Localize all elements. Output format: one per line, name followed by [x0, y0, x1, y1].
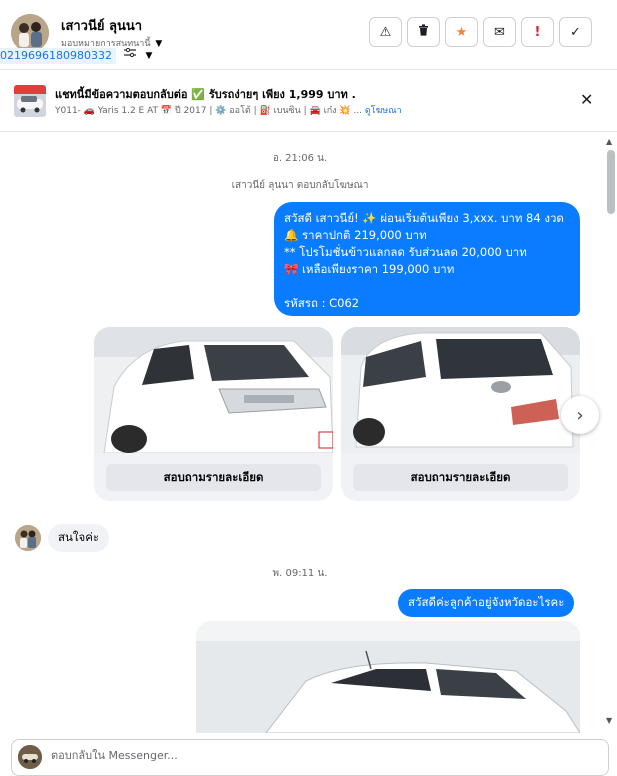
carousel-card[interactable]: สอบถามรายละเอียด: [341, 327, 580, 501]
mark-unread-button[interactable]: ✉: [483, 17, 516, 47]
check-icon: ✓: [570, 24, 581, 40]
scrollbar[interactable]: [605, 135, 617, 730]
page-avatar: [18, 745, 42, 769]
promo-line: 🔔 ราคาปกติ 219,000 บาท: [284, 228, 427, 242]
message-composer: [11, 739, 609, 776]
outgoing-message-promo[interactable]: สวัสดี เสาวนีย์! ✨ ผ่อนเริ่มต้นเพียง 3,x…: [274, 202, 580, 316]
sliders-icon: [124, 47, 140, 61]
caret-down-icon: ▼: [145, 51, 153, 61]
ad-description: Y011- 🚗 Yaris 1.2 E AT 📅 ปี 2017 | ⚙️ ออ…: [55, 106, 363, 116]
promo-line: ** โปรโมชั่นข้าวแลกลด รับส่วนลด 20,000 บ…: [284, 245, 527, 259]
scroll-up-icon[interactable]: ▲: [606, 137, 612, 146]
ad-thumbnail: [14, 85, 46, 117]
promo-line: [284, 278, 570, 295]
incoming-message[interactable]: สนใจค่ะ: [48, 524, 110, 552]
timestamp: อ. 21:06 น.: [272, 153, 328, 164]
car-front-photo: [94, 327, 333, 453]
header-actions: ⚠ ★ ✉ ! ✓: [369, 17, 592, 47]
outgoing-message[interactable]: สวัสดีค่ะลูกค้าอยู่จังหวัดอะไรคะ: [398, 589, 575, 617]
spam-button[interactable]: !: [521, 17, 554, 47]
spam-icon: !: [534, 24, 541, 40]
delete-button[interactable]: [407, 17, 440, 47]
conversation-header: เสาวนีย์ ลุนนา มอบหมายการสนทนานี้ ▼ 0219…: [0, 0, 617, 70]
ad-context-banner[interactable]: แชทนี้มีข้อความตอบกลับต่อ ✅ รับรถง่ายๆ เ…: [0, 71, 617, 132]
promo-line: สวัสดี เสาวนีย์! ✨ ผ่อนเริ่มต้นเพียง 3,x…: [284, 211, 564, 225]
contact-avatar[interactable]: [11, 14, 49, 52]
ask-details-button[interactable]: สอบถามรายละเอียด: [353, 464, 568, 491]
close-banner-icon[interactable]: ✕: [580, 90, 593, 109]
trash-icon: [418, 24, 429, 40]
system-note: เสาวนีย์ ลุนนา ตอบกลับโฆษณา: [231, 180, 369, 191]
chevron-right-icon: ›: [576, 404, 584, 426]
contact-phone: 0219696180980332: [0, 48, 116, 64]
star-icon: ★: [455, 24, 468, 40]
promo-line: 🎀 เหลือเพียงราคา 199,000 บาท: [284, 262, 455, 276]
warning-icon: ⚠: [379, 24, 392, 40]
ask-details-button[interactable]: สอบถามรายละเอียด: [106, 464, 321, 491]
timestamp: พ. 09:11 น.: [272, 568, 328, 579]
scroll-down-icon[interactable]: ▼: [606, 716, 612, 725]
carousel-card[interactable]: สอบถามรายละเอียด: [94, 327, 333, 501]
ad-title: แชทนี้มีข้อความตอบกลับต่อ ✅ รับรถง่ายๆ เ…: [55, 88, 356, 101]
done-button[interactable]: ✓: [559, 17, 592, 47]
contact-avatar-small: [15, 525, 41, 551]
filter-dropdown[interactable]: ▼: [124, 47, 153, 61]
star-button[interactable]: ★: [445, 17, 478, 47]
ad-subtitle: Y011- 🚗 Yaris 1.2 E AT 📅 ปี 2017 | ⚙️ ออ…: [55, 103, 402, 117]
contact-name[interactable]: เสาวนีย์ ลุนนา: [61, 15, 142, 36]
carousel-next-button[interactable]: ›: [561, 396, 599, 434]
mail-icon: ✉: [494, 24, 505, 40]
view-ad-link[interactable]: ดูโฆษณา: [365, 106, 402, 116]
car-rear-photo: [341, 327, 580, 453]
car-photo-attachment[interactable]: [196, 621, 580, 733]
promo-line: รหัสรถ : C062: [284, 296, 360, 310]
warning-button[interactable]: ⚠: [369, 17, 402, 47]
caret-down-icon: ▼: [155, 39, 163, 49]
scrollbar-thumb[interactable]: [607, 150, 615, 214]
reply-input[interactable]: [51, 749, 591, 762]
